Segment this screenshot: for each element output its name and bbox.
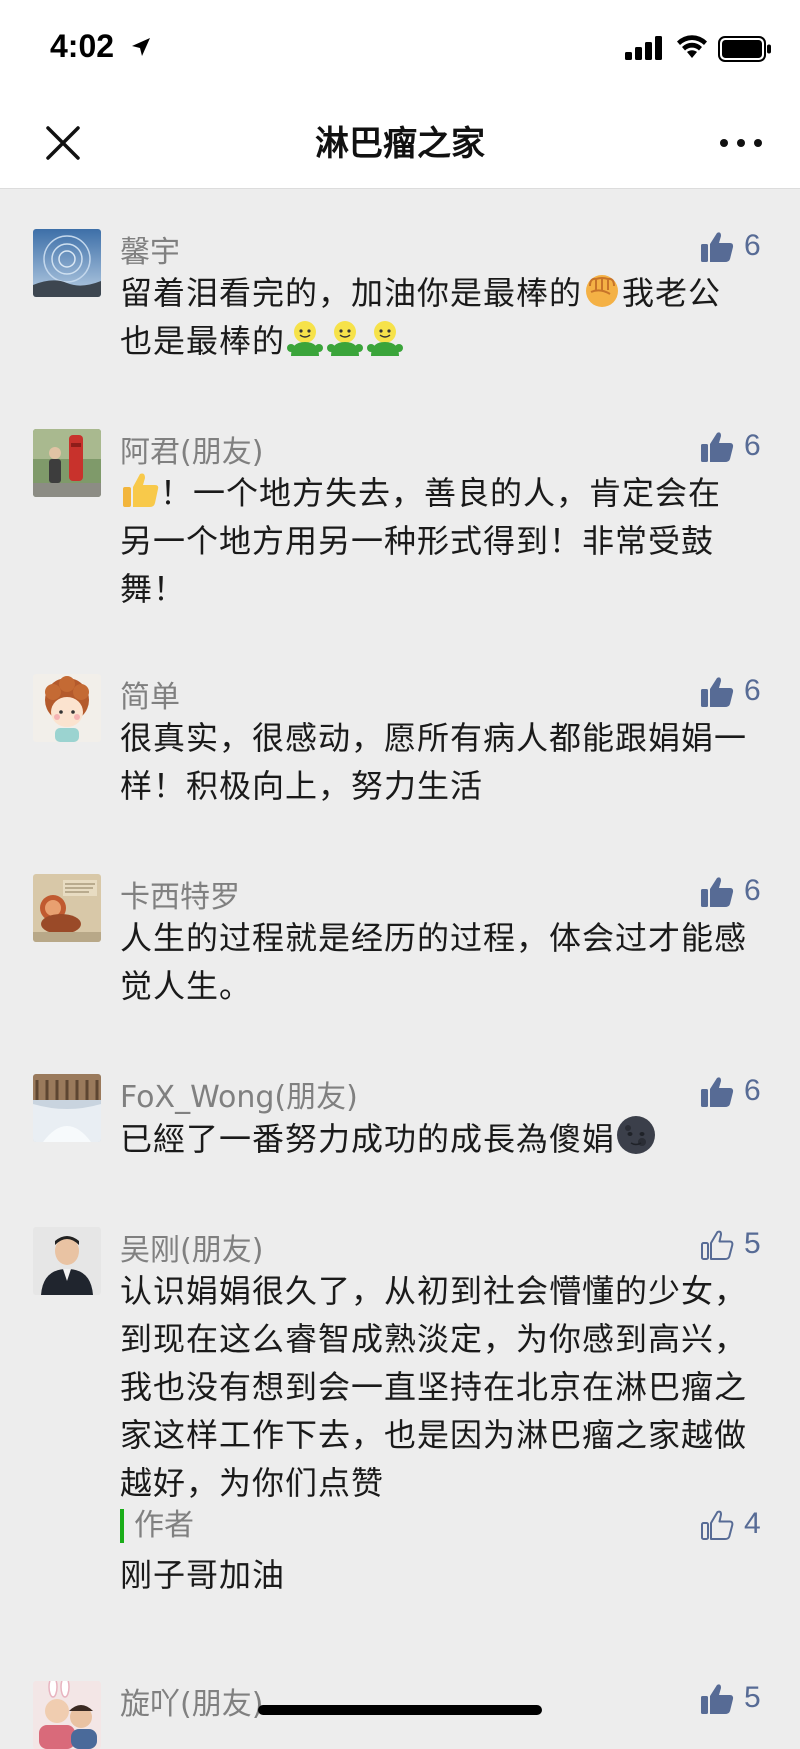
- comment-text: 已經了一番努力成功的成長為傻娟: [120, 1114, 750, 1163]
- commenter-name[interactable]: 馨宇: [120, 227, 180, 271]
- author-tag: 作者: [120, 1509, 194, 1543]
- avatar[interactable]: [33, 1227, 101, 1295]
- like-button[interactable]: 6: [700, 429, 770, 469]
- commenter-name[interactable]: 旋吖(朋友): [120, 1679, 263, 1723]
- avatar[interactable]: [33, 429, 101, 497]
- new-moon-face-emoji-icon: [617, 1116, 656, 1154]
- more-options-icon[interactable]: [716, 128, 766, 158]
- thumbs-up-filled-icon: [701, 877, 734, 907]
- thumbs-up-filled-icon: [701, 677, 734, 707]
- avatar[interactable]: [33, 674, 101, 742]
- like-button[interactable]: 6: [700, 229, 770, 269]
- thumbs-up-outline-icon: [701, 1510, 734, 1540]
- like-count: 6: [744, 674, 761, 707]
- author-reply: 作者 4 刚子哥加油: [120, 1507, 780, 1599]
- cellular-signal-icon: [625, 36, 662, 60]
- thumbs-up-filled-icon: [701, 1684, 734, 1714]
- like-count: 5: [744, 1227, 761, 1260]
- like-button[interactable]: 6: [700, 874, 770, 914]
- avatar[interactable]: [33, 874, 101, 942]
- thumbs-up-outline-icon: [701, 1230, 734, 1260]
- like-count: 6: [744, 1074, 761, 1107]
- commenter-name[interactable]: 卡西特罗: [120, 872, 240, 916]
- like-button[interactable]: 6: [700, 674, 770, 714]
- comment-text: 人生的过程就是经历的过程，体会过才能感觉人生。: [120, 919, 748, 1005]
- fist-emoji-icon: [586, 275, 619, 307]
- status-bar: 4:02: [0, 0, 800, 100]
- avatar[interactable]: [33, 1681, 101, 1749]
- thumbs-up-emoji-icon: [123, 473, 159, 507]
- avatar[interactable]: [33, 229, 101, 297]
- wifi-icon: [677, 35, 707, 58]
- commenter-name[interactable]: FoX_Wong(朋友): [120, 1072, 358, 1116]
- commenter-name[interactable]: 吴刚(朋友): [120, 1225, 263, 1269]
- commenter-name[interactable]: 简单: [120, 672, 180, 716]
- battery-icon: [718, 36, 771, 62]
- avatar[interactable]: [33, 1074, 101, 1142]
- comment-list: 馨宇 6 留着泪看完的，加油你是最棒的 我老公也是最棒的 阿君(朋友) 6 ！一…: [0, 189, 800, 1749]
- home-indicator[interactable]: [258, 1705, 542, 1715]
- page-title: 淋巴瘤之家: [315, 124, 485, 164]
- author-reply-text: 刚子哥加油: [120, 1556, 286, 1594]
- comment-text: 很真实，很感动，愿所有病人都能跟娟娟一样！积极向上，努力生活: [120, 719, 748, 805]
- status-time: 4:02: [50, 28, 115, 64]
- smile-emoji-icon: [367, 321, 404, 356]
- comment-text: 留着泪看完的，加油你是最棒的 我老公也是最棒的: [120, 269, 750, 365]
- thumbs-up-filled-icon: [701, 1077, 734, 1107]
- like-button[interactable]: 4: [700, 1507, 770, 1547]
- commenter-name[interactable]: 阿君(朋友): [120, 427, 263, 471]
- nav-bar: 淋巴瘤之家: [0, 100, 800, 189]
- like-button[interactable]: 6: [700, 1074, 770, 1114]
- thumbs-up-filled-icon: [701, 232, 734, 262]
- like-count: 6: [744, 874, 761, 907]
- like-count: 6: [744, 429, 761, 462]
- comment-text: ！一个地方失去，善良的人，肯定会在另一个地方用另一种形式得到！非常受鼓舞！: [120, 469, 750, 613]
- like-button[interactable]: 5: [700, 1681, 770, 1721]
- like-count: 6: [744, 229, 761, 262]
- thumbs-up-filled-icon: [701, 432, 734, 462]
- smile-emoji-icon: [327, 321, 364, 356]
- like-count: 5: [744, 1681, 761, 1714]
- like-button[interactable]: 5: [700, 1227, 770, 1267]
- like-count: 4: [744, 1507, 761, 1540]
- comment-text: 认识娟娟很久了，从初到社会懵懂的少女，到现在这么睿智成熟淡定，为你感到高兴，我也…: [120, 1272, 748, 1502]
- location-arrow-icon: [132, 38, 150, 56]
- smile-emoji-icon: [287, 321, 324, 356]
